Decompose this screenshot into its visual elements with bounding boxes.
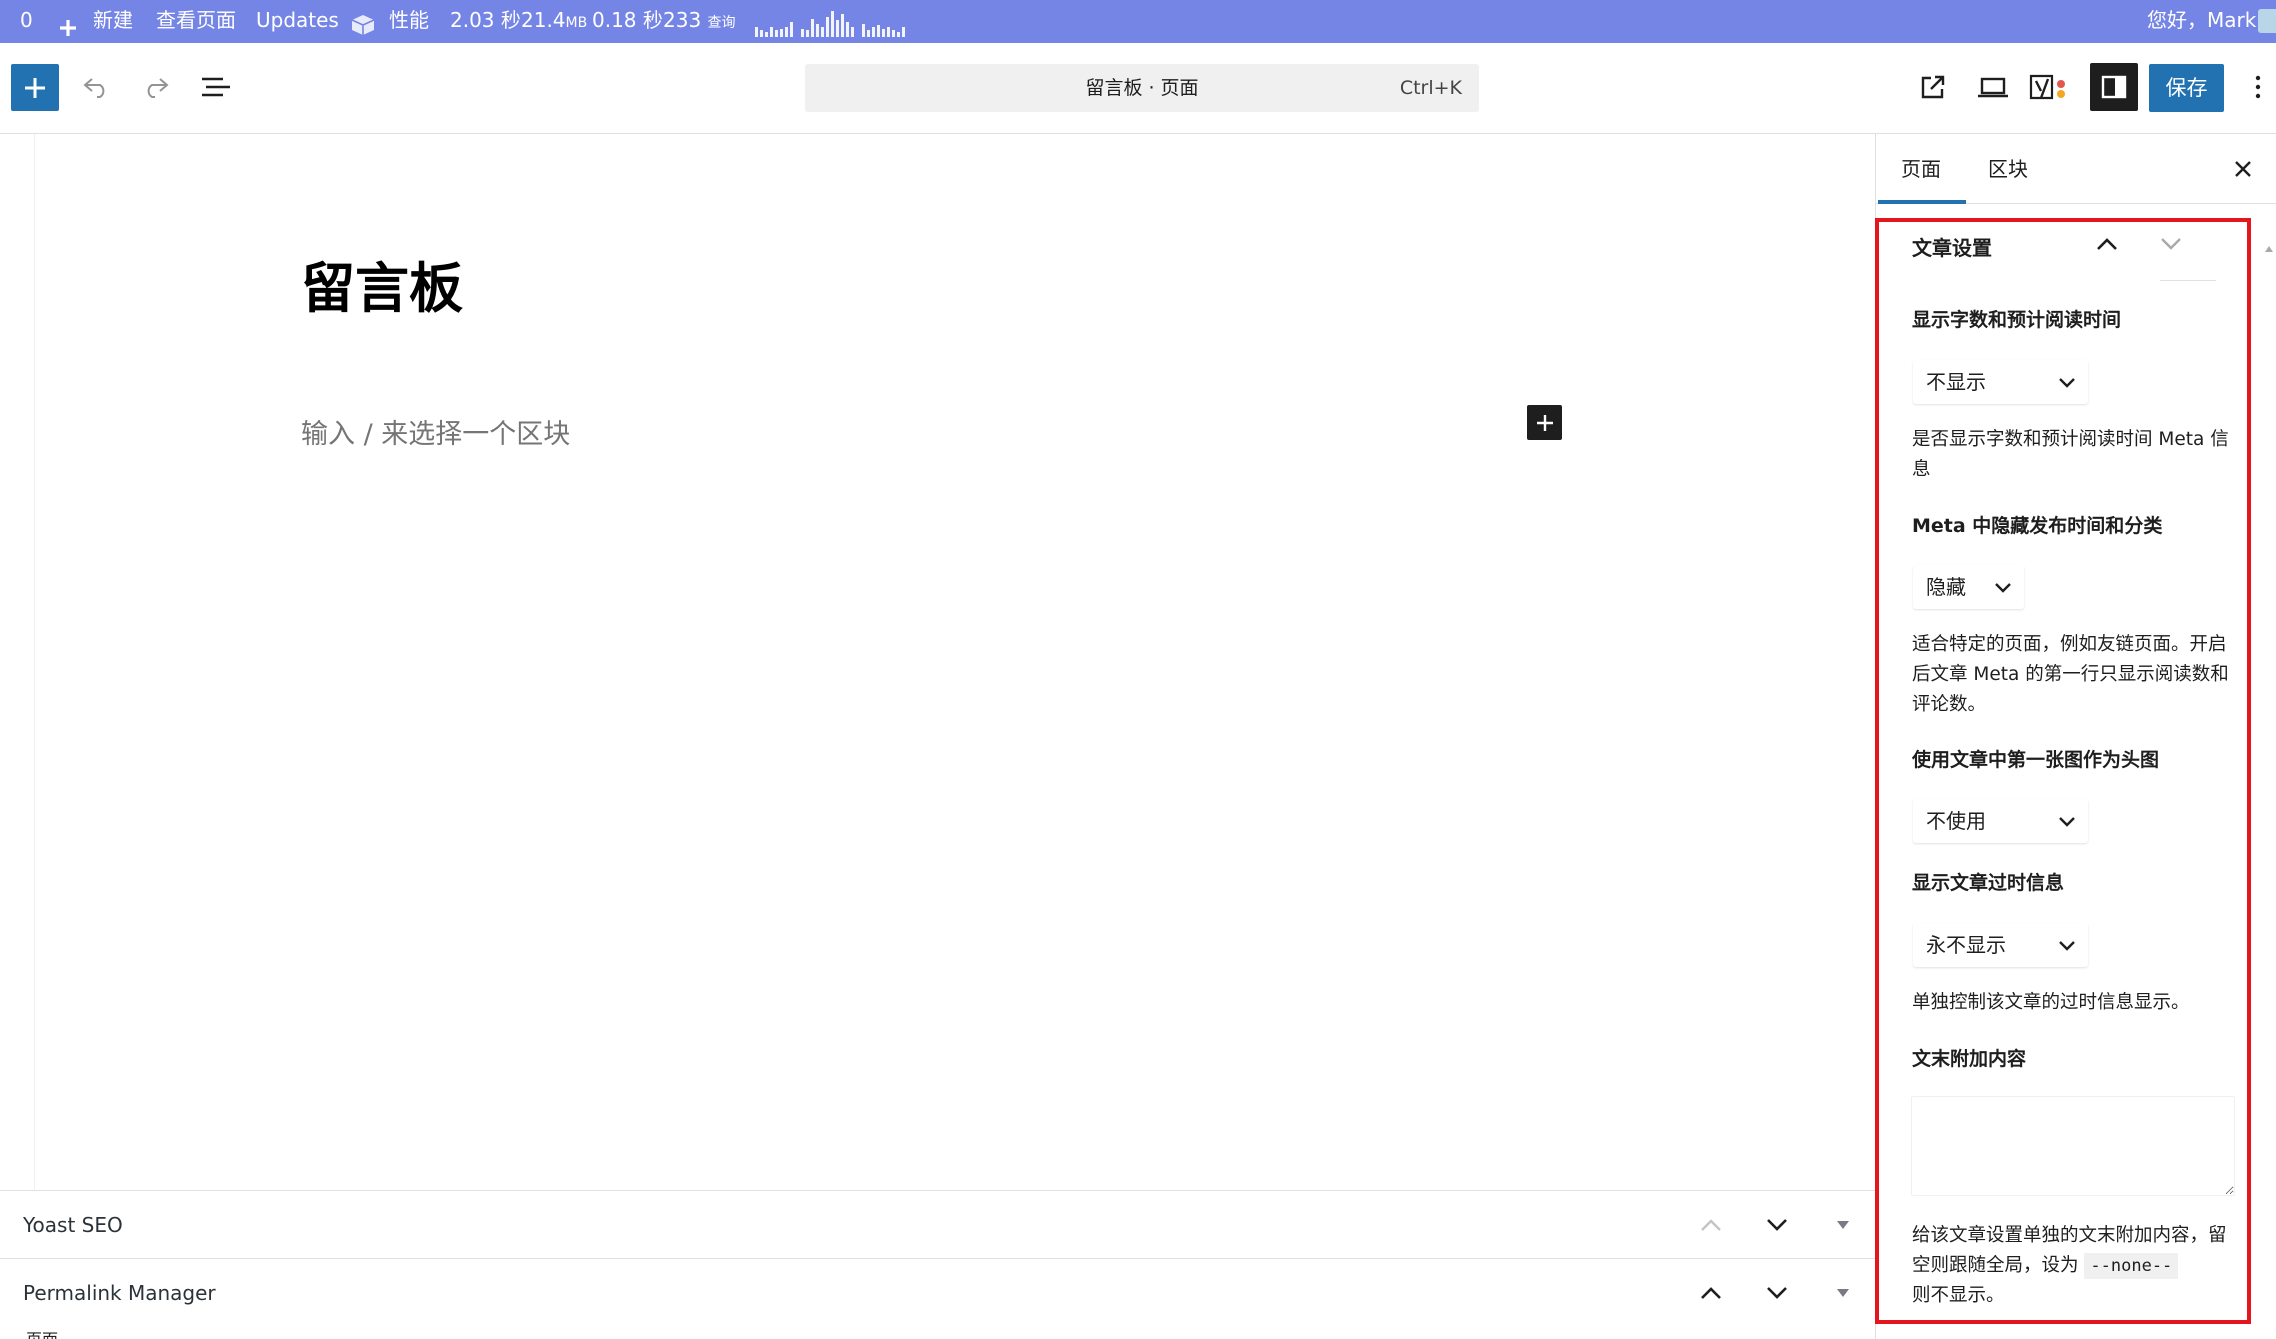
sparkline-bar — [872, 27, 875, 37]
move-down-button[interactable] — [1760, 1276, 1794, 1310]
triangle-down-icon — [1837, 1289, 1849, 1297]
sparkline-bar — [897, 32, 900, 37]
close-sidebar-button[interactable] — [2223, 149, 2263, 189]
sparkline-bar — [755, 27, 758, 37]
yoast-seo-button[interactable] — [2028, 67, 2072, 107]
document-title: 留言板 · 页面 — [1085, 77, 1199, 99]
sidebar-icon — [2101, 75, 2127, 99]
scroll-up-arrow-icon — [2265, 246, 2273, 252]
sparkline-bar — [816, 24, 819, 37]
cube-icon — [350, 10, 375, 35]
new-menu[interactable]: 新建 — [93, 0, 133, 43]
sparkline-bar — [826, 17, 829, 37]
query-count: 233 查询 — [663, 8, 736, 32]
sparkline-bar — [806, 30, 809, 37]
sparkline-bar — [821, 27, 824, 37]
metabox-permalink-manager[interactable]: Permalink Manager — [0, 1258, 1875, 1326]
query-monitor-sparkline[interactable] — [755, 4, 905, 37]
avatar[interactable] — [2258, 9, 2276, 33]
undo-icon — [83, 78, 105, 98]
updates-link[interactable]: Updates — [256, 0, 339, 43]
chevron-up-icon — [1701, 1287, 1721, 1299]
view-page-button[interactable] — [1913, 67, 1953, 107]
close-icon — [2235, 161, 2251, 177]
user-greeting[interactable]: 您好，Mark — [2147, 0, 2256, 43]
post-title[interactable]: 留言板 — [301, 244, 463, 323]
yoast-icon — [2029, 74, 2065, 100]
sparkline-bar — [765, 32, 768, 37]
sparkline-bar — [882, 29, 885, 37]
move-up-button[interactable] — [1694, 1208, 1728, 1242]
plus-icon — [25, 77, 45, 98]
highlight-box — [1875, 218, 2251, 1324]
admin-bar: 0 新建 查看页面 Updates 性能 2.03 秒 21.4MB 0.18 … — [0, 0, 2276, 43]
sparkline-bar — [836, 20, 839, 37]
chevron-up-icon — [1701, 1219, 1721, 1231]
tab-block[interactable]: 区块 — [1988, 134, 2028, 204]
list-view-icon — [202, 77, 230, 97]
block-inserter-button[interactable] — [11, 64, 59, 111]
triangle-down-icon — [1837, 1221, 1849, 1229]
sparkline-bar — [760, 30, 763, 37]
chevron-down-icon — [1767, 1287, 1787, 1299]
redo-button[interactable] — [136, 67, 176, 107]
sparkline-bar — [862, 24, 865, 37]
command-palette-bar[interactable]: 留言板 · 页面 Ctrl+K — [805, 64, 1479, 112]
sidebar-scrollbar[interactable] — [2264, 238, 2273, 256]
laptop-icon — [1978, 77, 2008, 98]
sparkline-bar — [811, 19, 814, 37]
external-link-icon — [1921, 75, 1945, 99]
sparkline-bar — [846, 22, 849, 37]
sparkline-bar — [770, 27, 773, 37]
sparkline-bar — [851, 27, 854, 37]
active-tab-indicator — [1878, 200, 1966, 204]
sparkline-bar — [775, 30, 778, 37]
metabox-yoast-seo[interactable]: Yoast SEO — [0, 1190, 1875, 1258]
plus-icon — [58, 11, 78, 36]
plus-icon — [1536, 414, 1553, 431]
sparkline-bar — [892, 30, 895, 37]
view-page-link[interactable]: 查看页面 — [156, 0, 236, 43]
preview-button[interactable] — [1973, 67, 2013, 107]
sparkline-bar — [790, 22, 793, 37]
sparkline-bar — [841, 14, 844, 37]
comment-counter[interactable]: 0 — [20, 0, 33, 43]
sparkline-bar — [867, 30, 870, 37]
block-placeholder[interactable]: 输入 / 来选择一个区块 — [301, 412, 570, 451]
tab-page[interactable]: 页面 — [1901, 134, 1941, 204]
block-breadcrumb[interactable]: 页面 — [26, 1326, 58, 1339]
more-options-button[interactable] — [2245, 67, 2271, 107]
sparkline-bar — [780, 29, 783, 37]
query-time: 0.18 秒 — [592, 8, 663, 32]
settings-sidebar-toggle[interactable] — [2090, 63, 2138, 111]
sparkline-bar — [801, 29, 804, 37]
metabox-title: Yoast SEO — [23, 1213, 123, 1237]
sidebar-tabs: 页面 区块 — [1876, 134, 2276, 204]
sparkline-bar — [877, 25, 880, 37]
document-overview-button[interactable] — [196, 67, 236, 107]
chevron-down-icon — [1767, 1219, 1787, 1231]
vertical-ellipsis-icon — [2255, 75, 2261, 99]
sparkline-bar — [902, 27, 905, 37]
keyboard-shortcut: Ctrl+K — [1399, 77, 1462, 99]
undo-button[interactable] — [76, 67, 116, 107]
page-gen-time: 2.03 秒 — [450, 8, 521, 32]
save-button[interactable]: 保存 — [2149, 64, 2224, 112]
memory-usage: 21.4MB — [521, 8, 588, 32]
canvas-gutter — [0, 134, 35, 1190]
performance-link[interactable]: 性能 — [389, 0, 429, 43]
toggle-panel-button[interactable] — [1826, 1208, 1860, 1242]
sparkline-bar — [785, 27, 788, 37]
redo-icon — [147, 78, 169, 98]
move-up-button[interactable] — [1694, 1276, 1728, 1310]
toggle-panel-button[interactable] — [1826, 1276, 1860, 1310]
sparkline-bar — [887, 27, 890, 37]
inline-block-inserter-button[interactable] — [1527, 405, 1562, 440]
sparkline-bar — [831, 11, 834, 37]
editor-header: 留言板 · 页面 Ctrl+K 保存 — [0, 43, 2276, 134]
metabox-title: Permalink Manager — [23, 1281, 216, 1305]
editor-canvas[interactable]: 留言板 输入 / 来选择一个区块 — [0, 134, 1875, 1190]
move-down-button[interactable] — [1760, 1208, 1794, 1242]
